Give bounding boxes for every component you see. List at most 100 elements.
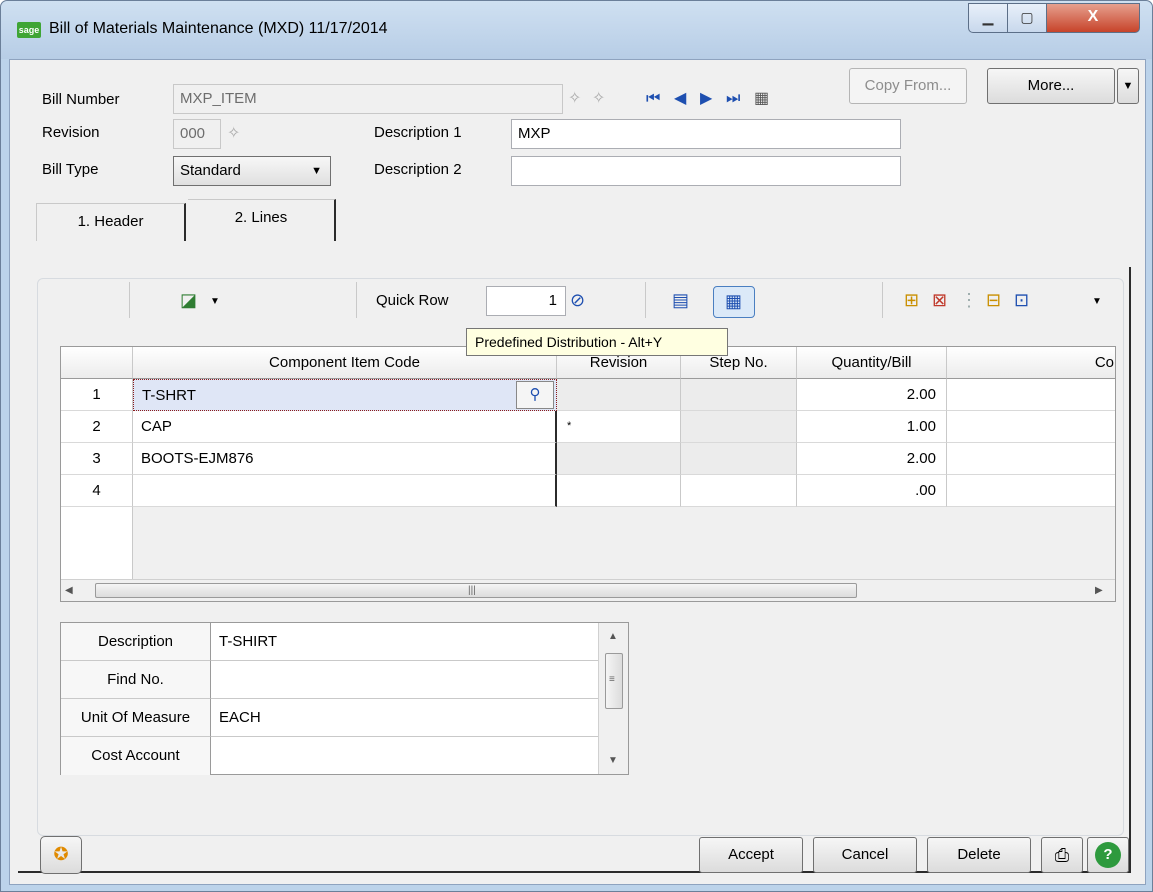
- rownum-filler: [61, 507, 133, 579]
- close-button[interactable]: X: [1046, 3, 1140, 33]
- memo-icon[interactable]: ▤: [672, 290, 689, 310]
- component-item-code[interactable]: [133, 475, 557, 507]
- revision-cell[interactable]: [557, 379, 681, 411]
- printer-icon: ⎙: [1054, 845, 1070, 865]
- windows-orb-icon: ✪: [53, 844, 69, 864]
- co-cell[interactable]: [947, 411, 1115, 443]
- quantity-cell[interactable]: 2.00: [797, 379, 947, 411]
- tab-header[interactable]: 1. Header: [36, 203, 186, 241]
- detail-label-find-no: Find No.: [61, 661, 211, 699]
- minimize-button[interactable]: ▁: [968, 3, 1008, 33]
- more-dropdown-button[interactable]: ▼: [1117, 68, 1139, 104]
- component-item-code[interactable]: BOOTS-EJM876: [133, 443, 557, 475]
- copy-row-icon[interactable]: ⊟: [986, 290, 1001, 310]
- co-cell[interactable]: [947, 443, 1115, 475]
- bill-type-label: Bill Type: [42, 161, 99, 178]
- scroll-thumb[interactable]: ≡: [605, 653, 623, 709]
- print-button[interactable]: ⎙: [1041, 837, 1083, 873]
- indent-icon[interactable]: ⋮: [960, 290, 978, 310]
- step-cell[interactable]: [681, 443, 797, 475]
- item-lookup-button[interactable]: ⚲: [516, 381, 554, 409]
- revision-label: Revision: [42, 124, 100, 141]
- quantity-cell[interactable]: 2.00: [797, 443, 947, 475]
- grid-header-quantity-bill[interactable]: Quantity/Bill: [797, 347, 947, 379]
- description1-label: Description 1: [374, 124, 462, 141]
- delete-row-icon[interactable]: ⊠: [932, 290, 947, 310]
- step-cell[interactable]: [681, 411, 797, 443]
- item-lookup-icon[interactable]: ◪: [180, 290, 197, 310]
- help-button[interactable]: ?: [1087, 837, 1129, 873]
- detail-label-cost-account: Cost Account: [61, 737, 211, 775]
- bill-number-field[interactable]: MXP_ITEM: [173, 84, 563, 114]
- help-icon: ?: [1095, 842, 1121, 868]
- grip-icon: |||: [468, 585, 476, 596]
- calendar-icon[interactable]: ▦: [754, 89, 769, 109]
- accept-button[interactable]: Accept: [699, 837, 803, 873]
- row-number[interactable]: 1: [61, 379, 133, 411]
- description1-field[interactable]: MXP: [511, 119, 901, 149]
- component-item-code[interactable]: CAP: [133, 411, 557, 443]
- next-record-icon[interactable]: ▶: [700, 89, 712, 109]
- row-number[interactable]: 4: [61, 475, 133, 507]
- copy-from-button[interactable]: Copy From...: [849, 68, 967, 104]
- first-record-icon[interactable]: ⏮: [646, 89, 660, 109]
- row-number[interactable]: 2: [61, 411, 133, 443]
- detail-value-unit-of-measure[interactable]: EACH: [211, 699, 598, 737]
- grid-view-button[interactable]: ▦: [713, 286, 755, 318]
- maximize-button[interactable]: ▢: [1007, 3, 1047, 33]
- detail-value-description[interactable]: T-SHIRT: [211, 623, 598, 661]
- insert-row-icon[interactable]: ⊞: [904, 290, 919, 310]
- new-icon[interactable]: ✧: [592, 89, 605, 109]
- scroll-right-icon[interactable]: ▶: [1095, 581, 1103, 601]
- detail-value-cost-account[interactable]: [211, 737, 598, 775]
- detail-value-find-no[interactable]: [211, 661, 598, 699]
- chevron-down-icon: ▼: [311, 165, 322, 177]
- revision-cell[interactable]: [557, 475, 681, 507]
- detail-panel: Description T-SHIRT Find No. Unit Of Mea…: [60, 622, 629, 775]
- window-title: Bill of Materials Maintenance (MXD) 11/1…: [49, 20, 388, 37]
- revision-cell[interactable]: [557, 443, 681, 475]
- more-button[interactable]: More...: [987, 68, 1115, 104]
- help-start-button[interactable]: ✪: [40, 836, 82, 874]
- tab-lines-label: 2. Lines: [234, 209, 288, 226]
- scroll-left-icon[interactable]: ◀: [65, 581, 73, 601]
- lookup-icon[interactable]: ✧: [568, 89, 581, 109]
- revision-field[interactable]: 000: [173, 119, 221, 149]
- magnifier-icon: ⚲: [529, 386, 541, 403]
- grid-header-rownum: [61, 347, 133, 379]
- grip-icon: ≡: [609, 674, 615, 685]
- quantity-cell[interactable]: 1.00: [797, 411, 947, 443]
- chevron-down-icon[interactable]: ▼: [210, 292, 220, 312]
- table-row-code-cell[interactable]: T-SHRT ⚲: [133, 379, 557, 411]
- quantity-cell[interactable]: .00: [797, 475, 947, 507]
- row-number[interactable]: 3: [61, 443, 133, 475]
- scroll-up-icon[interactable]: ▲: [608, 627, 618, 647]
- predefined-distribution-icon[interactable]: ⊘: [570, 290, 585, 310]
- delete-button[interactable]: Delete: [927, 837, 1031, 873]
- move-row-icon[interactable]: ⊡: [1014, 290, 1029, 310]
- detail-label-description: Description: [61, 623, 211, 661]
- grid-header-co[interactable]: Co: [947, 347, 1115, 379]
- chevron-down-icon[interactable]: ▼: [1092, 292, 1102, 312]
- co-cell[interactable]: [947, 379, 1115, 411]
- scroll-down-icon[interactable]: ▼: [608, 751, 618, 771]
- bill-type-select[interactable]: Standard ▼: [173, 156, 331, 186]
- step-cell[interactable]: [681, 475, 797, 507]
- horizontal-scrollbar[interactable]: ◀ ||| ▶: [61, 579, 1115, 601]
- step-cell[interactable]: [681, 379, 797, 411]
- title-bar[interactable]: sage Bill of Materials Maintenance (MXD)…: [1, 1, 1152, 59]
- description2-field[interactable]: [511, 156, 901, 186]
- chevron-down-icon: ▼: [1122, 80, 1134, 92]
- previous-record-icon[interactable]: ◀: [674, 89, 686, 109]
- scroll-thumb[interactable]: |||: [95, 583, 857, 598]
- last-record-icon[interactable]: ⏭: [726, 89, 740, 109]
- cancel-button[interactable]: Cancel: [813, 837, 917, 873]
- co-cell[interactable]: [947, 475, 1115, 507]
- tab-lines[interactable]: 2. Lines: [188, 199, 336, 241]
- vertical-scrollbar[interactable]: ▲ ≡ ▼: [598, 623, 628, 774]
- revision-lookup-icon[interactable]: ✧: [227, 124, 240, 144]
- toolbar-separator: [882, 282, 883, 318]
- revision-cell[interactable]: *: [557, 411, 681, 443]
- quick-row-input[interactable]: 1: [486, 286, 566, 316]
- tab-header-label: 1. Header: [77, 213, 144, 230]
